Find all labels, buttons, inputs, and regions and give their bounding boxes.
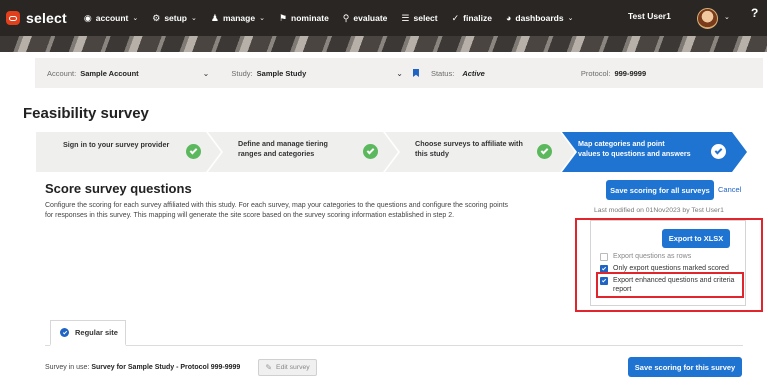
tab-regular-site[interactable]: Regular site (50, 320, 126, 346)
app-logo[interactable]: select (6, 10, 67, 26)
step-label: Map categories and point values to questi… (578, 139, 691, 158)
step-map-categories[interactable]: Map categories and point values to questi… (562, 132, 747, 172)
step-label: Sign in to your survey provider (63, 140, 170, 149)
nav-item-label: dashboards (515, 13, 564, 23)
cancel-link[interactable]: Cancel (718, 185, 741, 194)
check-circle-icon: ✓ (451, 12, 460, 23)
highlight-box (596, 272, 744, 298)
chevron-down-icon: ⌄ (190, 15, 197, 22)
chevron-down-icon[interactable]: ⌄ (203, 69, 210, 78)
search-icon: ⚲ (342, 12, 350, 23)
pie-chart-icon: ◕ (505, 13, 512, 23)
survey-label: Survey in use: (45, 364, 90, 371)
chevron-down-icon[interactable]: ⌄ (396, 69, 403, 78)
edit-survey-label: Edit survey (276, 364, 310, 371)
nav-item-evaluate[interactable]: ⚲ evaluate (343, 13, 388, 24)
pencil-icon: ✎ (265, 363, 273, 372)
nav-item-label: evaluate (353, 13, 388, 23)
checkbox-label: Export questions as rows (613, 253, 692, 260)
progress-stepper: Sign in to your survey provider Define a… (36, 132, 747, 172)
nav-menu: ◉ account ⌄ ⚙ setup ⌄ ♟ manage ⌄ ⚑ nominate ⚲ evalua… (84, 13, 588, 24)
export-rows-option[interactable]: Export questions as rows (600, 252, 691, 261)
list-icon: ☰ (401, 12, 410, 23)
status-label: Status: (430, 68, 455, 78)
survey-name: Survey for Sample Study - Protocol 999-9… (91, 364, 241, 371)
nav-item-label: finalize (463, 13, 492, 23)
section-title: Score survey questions (45, 181, 192, 196)
top-nav: select ◉ account ⌄ ⚙ setup ⌄ ♟ manage ⌄ ⚑ nominate… (0, 0, 767, 36)
chevron-down-icon: ⌄ (259, 15, 265, 22)
chevron-down-icon: ⌄ (567, 15, 574, 22)
help-button[interactable]: ? (751, 6, 758, 20)
checkbox[interactable] (600, 252, 608, 261)
user-name[interactable]: Test User1 (628, 11, 671, 21)
decorative-banner (0, 36, 767, 52)
account-label: Account: (47, 68, 77, 78)
logo-icon (6, 11, 20, 25)
check-circle-icon (711, 144, 726, 159)
logo-text: select (26, 10, 67, 26)
nav-item-setup[interactable]: ⚙ setup ⌄ (152, 13, 197, 24)
chevron-down-icon[interactable]: ⌄ (724, 13, 730, 21)
check-circle-icon (363, 144, 378, 159)
edit-survey-button[interactable]: ✎ Edit survey (258, 359, 317, 376)
tab-label: Regular site (75, 328, 118, 337)
save-all-surveys-button[interactable]: Save scoring for all surveys (606, 180, 714, 200)
nav-item-account[interactable]: ◉ account ⌄ (84, 13, 138, 24)
step-sign-in[interactable]: Sign in to your survey provider (36, 132, 221, 172)
avatar[interactable] (697, 8, 718, 29)
check-circle-icon (186, 144, 201, 159)
protocol-value: 999-9999 (614, 68, 647, 78)
nav-item-select[interactable]: ☰ select (401, 13, 437, 24)
nav-item-label: manage (222, 13, 256, 23)
step-label: Choose surveys to affiliate with this stu… (415, 139, 523, 158)
nav-item-dashboards[interactable]: ◕ dashboards ⌄ (506, 13, 574, 23)
last-modified-text: Last modified on 01Nov2023 by Test User1 (594, 207, 724, 214)
nav-item-label: nominate (291, 13, 329, 23)
nav-item-label: account (95, 13, 129, 23)
tab-divider (45, 345, 743, 346)
nav-item-label: setup (164, 13, 187, 23)
survey-in-use: Survey in use: Survey for Sample Study -… (45, 364, 240, 371)
person-icon: ♟ (210, 12, 219, 23)
context-bar: Account: Sample Account ⌄ Study: Sample … (35, 58, 763, 88)
nominate-icon: ⚑ (278, 12, 288, 23)
nav-item-label: select (413, 13, 438, 23)
nav-item-manage[interactable]: ♟ manage ⌄ (211, 13, 265, 24)
check-circle-icon (60, 328, 69, 337)
step-affiliate[interactable]: Choose surveys to affiliate with this stu… (385, 132, 575, 172)
save-survey-button[interactable]: Save scoring for this survey (628, 357, 742, 377)
protocol-label: Protocol: (580, 68, 611, 78)
bookmark-icon[interactable] (412, 69, 419, 77)
step-label: Define and manage tiering ranges and cate… (238, 139, 328, 158)
globe-icon: ◉ (83, 12, 92, 23)
chevron-down-icon: ⌄ (132, 15, 139, 22)
nav-item-finalize[interactable]: ✓ finalize (452, 13, 492, 24)
check-circle-icon (537, 144, 552, 159)
account-select[interactable]: Sample Account (80, 69, 138, 78)
step-tiering[interactable]: Define and manage tiering ranges and cate… (208, 132, 398, 172)
section-description: Configure the scoring for each survey af… (45, 202, 509, 219)
nav-item-nominate[interactable]: ⚑ nominate (279, 13, 329, 24)
page-title: Feasibility survey (23, 105, 149, 122)
export-xlsx-button[interactable]: Export to XLSX (662, 229, 730, 248)
status-value: Active (462, 68, 485, 78)
study-label: Study: (231, 68, 253, 78)
gear-icon: ⚙ (152, 12, 161, 23)
study-select[interactable]: Sample Study (257, 69, 307, 78)
